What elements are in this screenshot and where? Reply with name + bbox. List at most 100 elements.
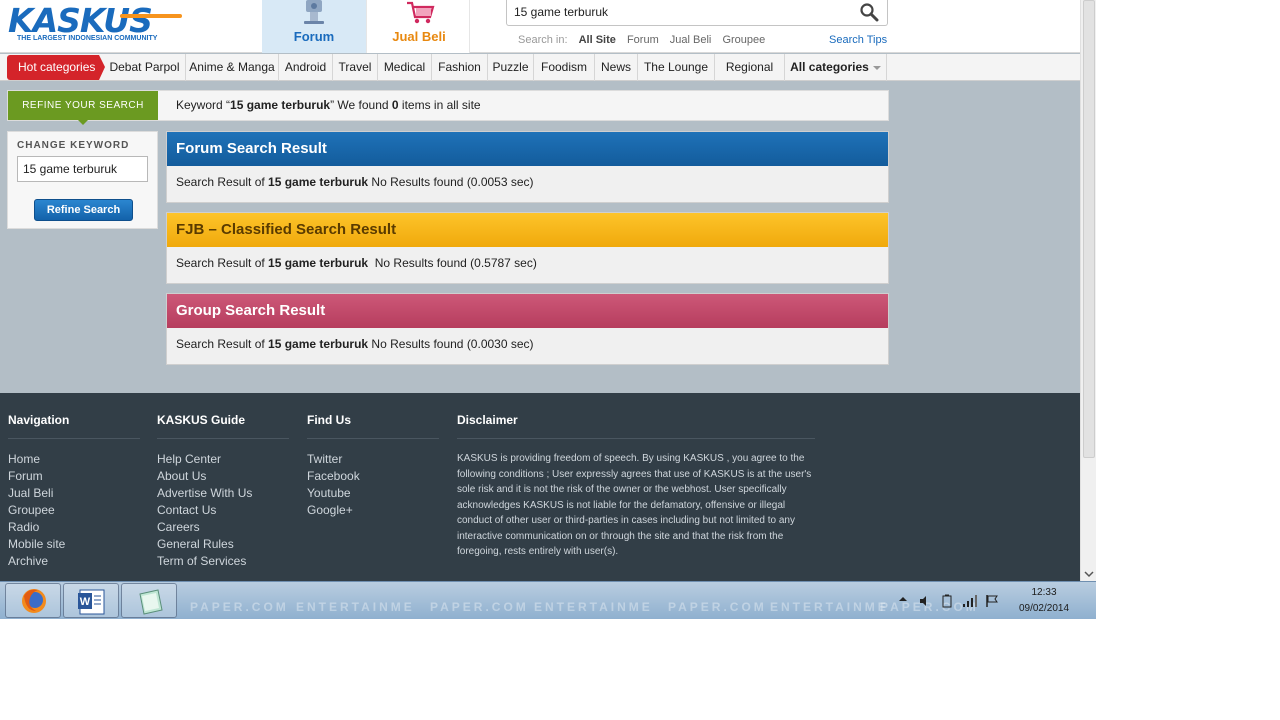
footer-link-mobile-site[interactable]: Mobile site bbox=[8, 536, 140, 553]
hot-categories-label: Hot categories bbox=[7, 55, 105, 80]
wallpaper-watermark: PAPER.COM bbox=[668, 600, 767, 614]
footer-link-google-plus[interactable]: Google+ bbox=[307, 502, 439, 519]
action-center-flag-icon[interactable] bbox=[985, 594, 999, 608]
vertical-scrollbar[interactable] bbox=[1080, 0, 1096, 581]
footer-find-us-title: Find Us bbox=[307, 413, 439, 439]
footer-link-about-us[interactable]: About Us bbox=[157, 468, 289, 485]
clock-date[interactable]: 09/02/2014 bbox=[1012, 603, 1076, 614]
refine-bar: REFINE YOUR SEARCH Keyword “15 game terb… bbox=[7, 90, 889, 125]
notes-icon bbox=[139, 589, 163, 615]
footer-guide-title: KASKUS Guide bbox=[157, 413, 289, 439]
result-prefix: Search Result of bbox=[176, 175, 269, 189]
category-anime-manga[interactable]: Anime & Manga bbox=[186, 54, 279, 81]
footer-link-help-center[interactable]: Help Center bbox=[157, 451, 289, 468]
wallpaper-watermark: PAPER.COM bbox=[430, 600, 529, 614]
chevron-down-icon bbox=[872, 65, 881, 70]
refine-search-button[interactable]: Refine Search bbox=[34, 199, 133, 221]
fjb-search-result: FJB – Classified Search Result Search Re… bbox=[166, 212, 889, 284]
footer-link-careers[interactable]: Careers bbox=[157, 519, 289, 536]
search-scope-jual-beli[interactable]: Jual Beli bbox=[670, 34, 712, 46]
search-scope-all-site[interactable]: All Site bbox=[579, 34, 616, 46]
keyword-prefix: Keyword “ bbox=[176, 98, 231, 112]
group-result-body: Search Result of 15 game terburuk No Res… bbox=[176, 337, 534, 351]
footer-link-terms[interactable]: Term of Services bbox=[157, 553, 289, 570]
footer-link-archive[interactable]: Archive bbox=[8, 553, 140, 570]
keyword-input[interactable] bbox=[17, 156, 148, 182]
result-status: No Results found (0.0030 sec) bbox=[368, 337, 534, 351]
search-scope-forum[interactable]: Forum bbox=[627, 34, 659, 46]
category-android[interactable]: Android bbox=[279, 54, 333, 81]
taskbar-notes-button[interactable] bbox=[121, 583, 177, 618]
keyword-suffix: items in all site bbox=[398, 98, 481, 112]
category-debat-parpol[interactable]: Debat Parpol bbox=[104, 54, 186, 81]
word-icon: W bbox=[78, 589, 105, 615]
logo-tagline: THE LARGEST INDONESIAN COMMUNITY bbox=[17, 35, 158, 42]
category-travel[interactable]: Travel bbox=[333, 54, 378, 81]
footer-link-advertise[interactable]: Advertise With Us bbox=[157, 485, 289, 502]
category-the-lounge[interactable]: The Lounge bbox=[638, 54, 715, 81]
result-keyword: 15 game terburuk bbox=[268, 175, 369, 189]
all-categories-label: All categories bbox=[790, 60, 869, 74]
footer-link-youtube[interactable]: Youtube bbox=[307, 485, 439, 502]
footer-link-home[interactable]: Home bbox=[8, 451, 140, 468]
footer-disclaimer-title: Disclaimer bbox=[457, 413, 815, 439]
keyword-mid: ” We found bbox=[330, 98, 392, 112]
taskbar-word-button[interactable]: W bbox=[63, 583, 119, 618]
svg-text:W: W bbox=[80, 596, 91, 608]
forum-icon bbox=[304, 0, 324, 24]
shopping-cart-icon bbox=[407, 1, 435, 24]
category-fashion[interactable]: Fashion bbox=[432, 54, 488, 81]
search-scope-groupee[interactable]: Groupee bbox=[722, 34, 765, 46]
taskbar-firefox-button[interactable] bbox=[5, 583, 61, 618]
search-input[interactable] bbox=[514, 3, 844, 21]
group-result-title: Group Search Result bbox=[167, 294, 888, 328]
footer-link-general-rules[interactable]: General Rules bbox=[157, 536, 289, 553]
show-hidden-icons-icon[interactable] bbox=[898, 594, 908, 604]
footer-link-facebook[interactable]: Facebook bbox=[307, 468, 439, 485]
scrollbar-thumb[interactable] bbox=[1083, 0, 1095, 458]
scroll-down-arrow-icon[interactable] bbox=[1084, 570, 1094, 578]
result-status: No Results found (0.5787 sec) bbox=[368, 256, 537, 270]
volume-icon[interactable] bbox=[918, 594, 932, 608]
result-prefix: Search Result of bbox=[176, 256, 269, 270]
footer-link-groupee[interactable]: Groupee bbox=[8, 502, 140, 519]
forum-result-body: Search Result of 15 game terburuk No Res… bbox=[176, 175, 534, 189]
tab-forum[interactable]: Forum bbox=[262, 0, 366, 53]
forum-search-result: Forum Search Result Search Result of 15 … bbox=[166, 131, 889, 203]
footer-link-twitter[interactable]: Twitter bbox=[307, 451, 439, 468]
category-news[interactable]: News bbox=[595, 54, 638, 81]
fjb-result-title: FJB – Classified Search Result bbox=[167, 213, 888, 247]
search-in-label: Search in: bbox=[518, 34, 568, 46]
result-count: 0 bbox=[391, 98, 399, 112]
category-regional[interactable]: Regional bbox=[715, 54, 784, 81]
refine-your-search-label: REFINE YOUR SEARCH bbox=[8, 91, 158, 125]
network-signal-icon[interactable] bbox=[962, 594, 978, 608]
category-medical[interactable]: Medical bbox=[378, 54, 432, 81]
keyword-value: 15 game terburuk bbox=[230, 98, 331, 112]
footer-find-us: Find Us Twitter Facebook Youtube Google+ bbox=[307, 413, 439, 519]
clock-time[interactable]: 12:33 bbox=[1012, 587, 1076, 598]
logo-swoosh bbox=[120, 14, 182, 18]
wallpaper-watermark: ENTERTAINME bbox=[770, 600, 889, 614]
footer-link-radio[interactable]: Radio bbox=[8, 519, 140, 536]
footer-link-forum[interactable]: Forum bbox=[8, 468, 140, 485]
category-foodism[interactable]: Foodism bbox=[534, 54, 595, 81]
category-puzzle[interactable]: Puzzle bbox=[488, 54, 534, 81]
footer-navigation: Navigation Home Forum Jual Beli Groupee … bbox=[8, 413, 140, 570]
tab-jual-beli-label: Jual Beli bbox=[392, 29, 446, 44]
battery-icon[interactable] bbox=[940, 594, 954, 608]
header: KASKUS THE LARGEST INDONESIAN COMMUNITY … bbox=[0, 0, 1080, 53]
search-icon[interactable] bbox=[859, 2, 879, 22]
forum-result-title: Forum Search Result bbox=[167, 132, 888, 166]
kaskus-logo[interactable]: KASKUS THE LARGEST INDONESIAN COMMUNITY bbox=[8, 4, 182, 46]
all-categories-dropdown[interactable]: All categories bbox=[784, 54, 887, 81]
result-prefix: Search Result of bbox=[176, 337, 269, 351]
kaskus-page: KASKUS THE LARGEST INDONESIAN COMMUNITY … bbox=[0, 0, 1080, 581]
keyword-summary: Keyword “15 game terburuk” We found 0 it… bbox=[176, 98, 481, 112]
search-tips-link[interactable]: Search Tips bbox=[829, 34, 887, 46]
change-keyword-panel: CHANGE KEYWORD Refine Search bbox=[7, 131, 158, 229]
footer-kaskus-guide: KASKUS Guide Help Center About Us Advert… bbox=[157, 413, 289, 570]
footer-link-jual-beli[interactable]: Jual Beli bbox=[8, 485, 140, 502]
tab-jual-beli[interactable]: Jual Beli bbox=[366, 0, 470, 53]
footer-link-contact-us[interactable]: Contact Us bbox=[157, 502, 289, 519]
